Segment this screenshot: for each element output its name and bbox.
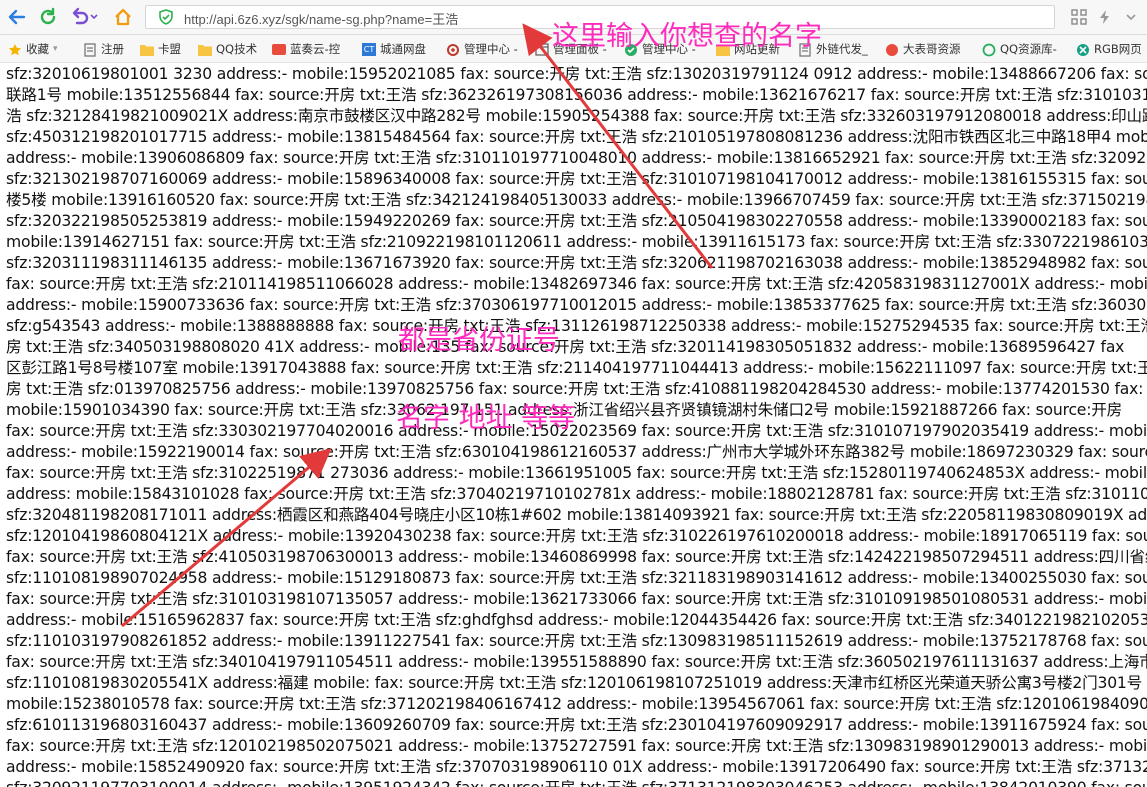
result-line: fax: source:开房 txt:王浩 sfz:34010419791105…: [6, 653, 1147, 671]
result-line: 房 txt:王浩 sfz:013970825756 address:- mobi…: [6, 380, 1147, 398]
result-line: address:- mobile:15165962837 fax: source…: [6, 611, 1147, 629]
bookmark-label: 城通网盘: [380, 42, 426, 56]
bookmark-label: QQ资源库-: [1000, 42, 1057, 56]
chevron-down-icon[interactable]: [88, 4, 100, 30]
bookmark-item[interactable]: QQ资源库-: [982, 40, 1057, 58]
result-line: mobile:13914627151 fax: source:开房 txt:王浩…: [6, 233, 1147, 251]
ct-icon: CT: [362, 42, 376, 56]
bookmark-label: QQ技术: [216, 42, 258, 56]
result-line: mobile:15238010578 fax: source:开房 txt:王浩…: [6, 695, 1147, 713]
result-line: sfz:12010419860804121X address:- mobile:…: [6, 527, 1147, 545]
annotation-middle-1: 都是省份证号: [398, 325, 560, 356]
result-line: fax: source:开房 txt:王浩 sfz:12010219850207…: [6, 737, 1147, 755]
bookmark-label: 外链代发_: [816, 42, 868, 56]
result-line: fax: source:开房 txt:王浩 sfz:33030219770402…: [6, 422, 1147, 440]
result-line: address: mobile:15843101028 fax: source:…: [6, 485, 1147, 503]
result-line: sfz:11010819830205541X address:福建 mobile…: [6, 674, 1147, 692]
result-line: fax: source:开房 txt:王浩 sfz:31010319810713…: [6, 590, 1147, 608]
qq-icon: [982, 43, 996, 56]
results-text: sfz:32010619801001 3230 address:- mobile…: [6, 64, 1147, 787]
result-line: sfz:321302198707160069 address:- mobile:…: [6, 170, 1147, 188]
panel-icon: [535, 42, 549, 56]
result-line: 楼5楼 mobile:13916160520 fax: source:开房 tx…: [6, 191, 1147, 209]
result-line: fax: source:开房 txt:王浩 sfz:41050319870630…: [6, 548, 1147, 566]
result-line: address:- mobile:15852490920 fax: source…: [6, 758, 1147, 776]
result-line: sfz:110103197908261852 address:- mobile:…: [6, 632, 1147, 650]
result-line: sfz:320322198505253819 address:- mobile:…: [6, 212, 1147, 230]
bookmark-label: 管理中心 -: [464, 42, 518, 56]
annotation-middle-2: 名字 地址 等等: [396, 403, 576, 434]
bookmark-item[interactable]: 管理中心 -: [446, 40, 518, 58]
result-line: sfz:320311198311146135 address:- mobile:…: [6, 254, 1147, 272]
bookmark-label: RGB网页: [1094, 42, 1142, 56]
doc-icon: [83, 42, 97, 57]
home-icon[interactable]: [110, 4, 136, 30]
bookmark-label: 蓝奏云-控: [290, 42, 341, 56]
bookmark-label: 收藏: [26, 42, 49, 56]
url-text[interactable]: http://api.6z6.xyz/sgk/name-sg.php?name=…: [184, 9, 458, 28]
gear-icon: [446, 43, 460, 56]
bookmark-item[interactable]: QQ技术: [198, 40, 257, 58]
bookmark-label: 大表哥资源: [903, 42, 961, 56]
refresh-icon[interactable]: [35, 4, 61, 30]
result-line: fax: source:开房 txt:王浩 sfz:31022519871 27…: [6, 464, 1147, 482]
folder-icon: [198, 43, 212, 56]
back-arrow-icon[interactable]: [4, 4, 30, 30]
grid-apps-icon[interactable]: [1066, 4, 1092, 30]
result-line: 联路1号 mobile:13512556844 fax: source:开房 t…: [6, 86, 1147, 104]
bookmark-item[interactable]: CT 城通网盘: [362, 40, 426, 58]
result-line: 房 txt:王浩 sfz:340503198808020 41X address…: [6, 338, 1125, 356]
result-line: address:- mobile:15900733636 fax: source…: [6, 296, 1147, 314]
result-line: sfz:g543543 address:- mobile:1388888888 …: [6, 317, 1147, 335]
bookmark-item[interactable]: 卡盟: [140, 40, 181, 58]
rgb-icon: [1076, 43, 1090, 56]
bookmark-favorites[interactable]: 收藏 ▾: [8, 40, 58, 58]
result-line: address:- mobile:15922190014 fax: source…: [6, 443, 1147, 461]
result-line: mobile:15901034390 fax: source:开房 txt:王浩…: [6, 401, 1123, 419]
bookmark-item[interactable]: 蓝奏云-控: [272, 40, 340, 58]
bookmark-item[interactable]: 大表哥资源: [885, 40, 961, 58]
result-line: fax: source:开房 txt:王浩 sfz:21011419851106…: [6, 275, 1147, 293]
result-line: sfz:110108198907024958 address:- mobile:…: [6, 569, 1147, 587]
cloud-icon: [272, 43, 286, 56]
result-line: sfz:32010619801001 3230 address:- mobile…: [6, 65, 1147, 83]
result-line: sfz:320481198208171011 address:栖霞区和燕路404…: [6, 506, 1147, 524]
shield-check-icon: [158, 9, 174, 25]
menu-chevron-icon[interactable]: [1118, 4, 1144, 30]
result-line: address:- mobile:13906086809 fax: source…: [6, 149, 1147, 167]
bookmark-item[interactable]: 注册: [83, 40, 124, 58]
bookmark-label: 卡盟: [158, 42, 181, 56]
dbg-icon: [885, 43, 899, 56]
result-line: 区彭江路1号8号楼107室 mobile:13917043888 fax: so…: [6, 359, 1147, 377]
folder-icon: [140, 43, 154, 56]
result-line: sfz:610113196803160437 address:- mobile:…: [6, 716, 1147, 734]
annotation-top: 这里输入你想查的名字: [552, 21, 822, 52]
result-line: sfz:450312198201017715 address:- mobile:…: [6, 128, 1147, 146]
result-line: 浩 sfz:32128419821009021X address:南京市鼓楼区汉…: [6, 107, 1147, 125]
star-icon: [8, 43, 22, 56]
bookmark-label: 注册: [101, 42, 124, 56]
bookmark-item[interactable]: RGB网页: [1076, 40, 1142, 58]
lightning-icon[interactable]: [1092, 4, 1118, 30]
result-line: sfz:320921197703100014 address:- mobile:…: [6, 778, 1147, 787]
